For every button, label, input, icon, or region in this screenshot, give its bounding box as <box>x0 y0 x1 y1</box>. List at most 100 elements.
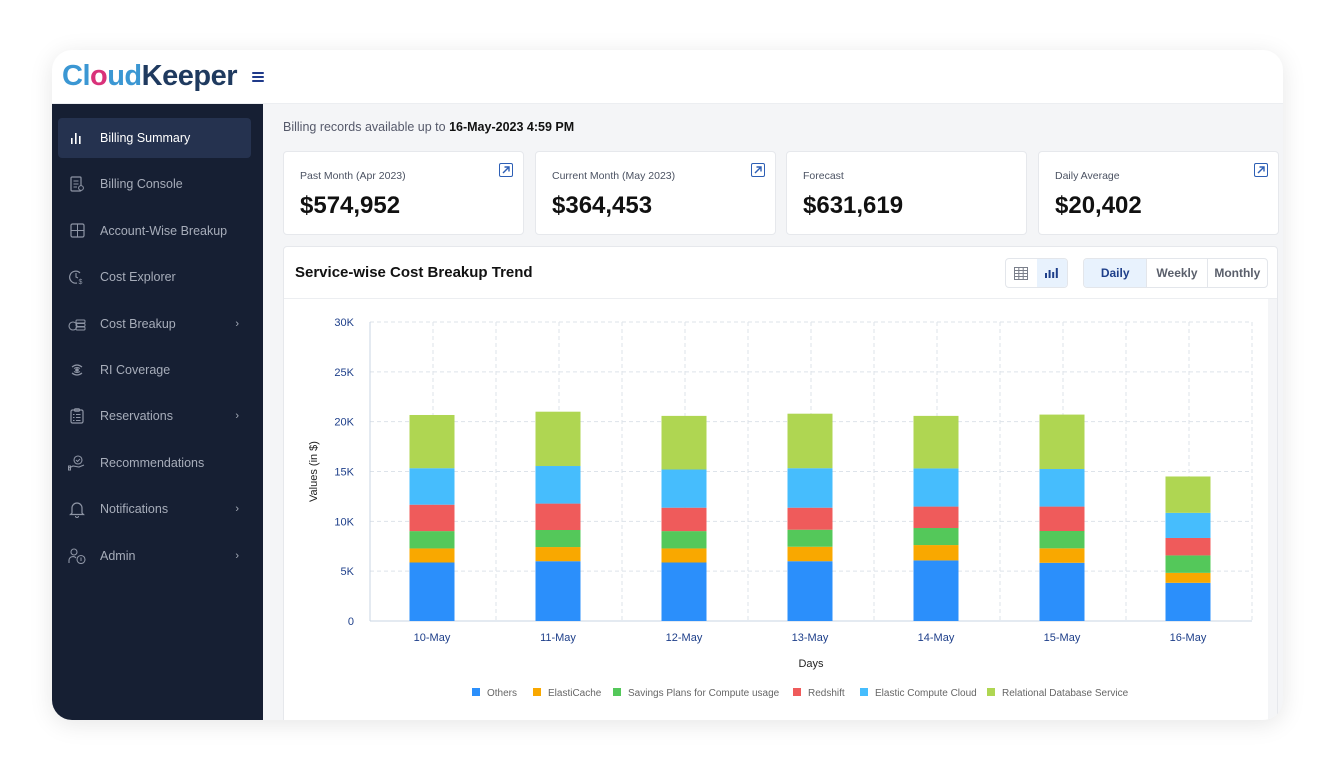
y-tick-label: 5K <box>341 566 355 578</box>
sidebar: Billing Summary Billing Console Account-Wi… <box>52 104 263 720</box>
open-external-icon[interactable] <box>751 163 765 177</box>
sidebar-item-billing-summary[interactable]: Billing Summary <box>58 118 251 158</box>
sidebar-item-label: Cost Explorer <box>100 270 176 285</box>
main-content: Billing records available up to 16-May-2… <box>263 104 1283 720</box>
records-timestamp: 16-May-2023 4:59 PM <box>449 120 575 134</box>
sidebar-item-label: Billing Console <box>100 177 183 192</box>
sidebar-item-label: Reservations <box>100 409 173 424</box>
y-axis-title: Values (in $) <box>308 441 320 502</box>
legend-item[interactable]: Redshift <box>808 688 845 699</box>
logo-text-keeper: Keeper <box>141 60 238 92</box>
logo-text-cl: Cl <box>62 60 91 92</box>
legend-swatch <box>472 688 480 696</box>
grid-icon <box>68 222 86 240</box>
bar-segment-savings-plans-for-compute-usage <box>787 529 833 547</box>
sidebar-item-label: Recommendations <box>100 455 205 470</box>
legend-swatch <box>793 688 801 696</box>
bar-segment-others <box>1039 562 1085 621</box>
hamburger-menu-icon[interactable] <box>251 71 264 82</box>
period-weekly-button[interactable]: Weekly <box>1146 259 1206 287</box>
open-external-icon[interactable] <box>1254 163 1268 177</box>
bar-segment-relational-database-service <box>535 411 581 467</box>
bar-segment-elasticache <box>1039 548 1085 563</box>
sidebar-item-account-wise-breakup[interactable]: Account-Wise Breakup <box>58 211 251 251</box>
bar-segment-elasticache <box>409 548 455 563</box>
period-selector: Daily Weekly Monthly <box>1083 258 1268 288</box>
x-tick-label: 10-May <box>414 632 451 644</box>
bar-segment-elastic-compute-cloud <box>1039 469 1085 507</box>
chevron-right-icon: › <box>235 503 239 516</box>
sidebar-item-billing-console[interactable]: Billing Console <box>58 164 251 204</box>
chart-scrollbar[interactable] <box>1268 299 1277 720</box>
sidebar-item-label: RI Coverage <box>100 362 171 377</box>
x-tick-label: 14-May <box>918 632 955 644</box>
bar-segment-savings-plans-for-compute-usage <box>535 530 581 548</box>
legend-item[interactable]: Elastic Compute Cloud <box>875 688 977 699</box>
hand-check-icon <box>68 454 86 472</box>
kpi-value: $20,402 <box>1055 192 1142 219</box>
bar-segment-others <box>787 561 833 621</box>
bar-segment-relational-database-service <box>787 413 833 469</box>
sidebar-item-cost-explorer[interactable]: $ Cost Explorer <box>58 257 251 297</box>
bar-segment-elasticache <box>787 546 833 562</box>
user-shield-icon <box>68 547 86 565</box>
sidebar-item-recommendations[interactable]: Recommendations <box>58 443 251 483</box>
bar-segment-savings-plans-for-compute-usage <box>1165 555 1211 573</box>
bar-segment-relational-database-service <box>409 414 455 469</box>
chart-view-button[interactable] <box>1036 259 1067 287</box>
kpi-label: Current Month (May 2023) <box>552 170 676 182</box>
bar-segment-savings-plans-for-compute-usage <box>661 531 707 549</box>
bar-segment-redshift <box>661 507 707 532</box>
bar-segment-redshift <box>1165 537 1211 556</box>
sidebar-item-reservations[interactable]: Reservations › <box>58 396 251 436</box>
legend-item[interactable]: ElastiCache <box>548 688 602 699</box>
logo-text-o: o <box>90 60 108 92</box>
app-window: Cl o ud Keeper Billing Summary Billing Conso… <box>52 50 1283 720</box>
signal-icon <box>68 361 86 379</box>
view-toggle <box>1005 258 1068 288</box>
y-tick-label: 10K <box>334 516 354 528</box>
table-view-button[interactable] <box>1006 259 1037 287</box>
kpi-card: Daily Average $20,402 <box>1038 151 1279 235</box>
clock-dollar-icon: $ <box>68 268 86 286</box>
sidebar-item-ri-coverage[interactable]: RI Coverage <box>58 350 251 390</box>
legend-item[interactable]: Others <box>487 688 517 699</box>
sidebar-item-admin[interactable]: Admin › <box>58 536 251 576</box>
bar-segment-elastic-compute-cloud <box>913 468 959 507</box>
sidebar-item-label: Account-Wise Breakup <box>100 223 228 238</box>
bell-icon <box>68 500 86 518</box>
legend-swatch <box>533 688 541 696</box>
legend-item[interactable]: Savings Plans for Compute usage <box>628 688 780 699</box>
bar-segment-others <box>409 562 455 621</box>
records-prefix: Billing records available up to <box>283 120 446 134</box>
bar-segment-elasticache <box>535 547 581 562</box>
legend-swatch <box>987 688 995 696</box>
x-tick-label: 13-May <box>792 632 829 644</box>
kpi-value: $631,619 <box>803 192 904 219</box>
legend-item[interactable]: Relational Database Service <box>1002 688 1129 699</box>
bar-segment-redshift <box>535 503 581 531</box>
y-tick-label: 0 <box>348 616 354 628</box>
period-daily-button[interactable]: Daily <box>1084 259 1147 287</box>
bar-segment-relational-database-service <box>1165 476 1211 513</box>
kpi-label: Past Month (Apr 2023) <box>300 170 406 182</box>
coins-icon <box>68 315 86 333</box>
sidebar-item-cost-breakup[interactable]: Cost Breakup › <box>58 304 251 344</box>
period-monthly-button[interactable]: Monthly <box>1206 259 1267 287</box>
chevron-right-icon: › <box>235 410 239 423</box>
open-external-icon[interactable] <box>499 163 513 177</box>
kpi-label: Daily Average <box>1055 170 1120 182</box>
top-bar: Cl o ud Keeper <box>52 50 1283 104</box>
kpi-value: $364,453 <box>552 192 653 219</box>
x-axis-title: Days <box>798 658 824 670</box>
bar-segment-savings-plans-for-compute-usage <box>913 528 959 546</box>
y-tick-label: 30K <box>334 317 354 329</box>
cloudkeeper-logo[interactable]: Cl o ud Keeper <box>62 60 237 93</box>
bar-segment-relational-database-service <box>661 415 707 470</box>
y-tick-label: 15K <box>334 467 354 479</box>
svg-text:$: $ <box>79 279 83 285</box>
sidebar-item-notifications[interactable]: Notifications › <box>58 489 251 529</box>
bar-segment-redshift <box>409 504 455 532</box>
bar-segment-savings-plans-for-compute-usage <box>409 531 455 549</box>
y-tick-label: 20K <box>334 417 354 429</box>
